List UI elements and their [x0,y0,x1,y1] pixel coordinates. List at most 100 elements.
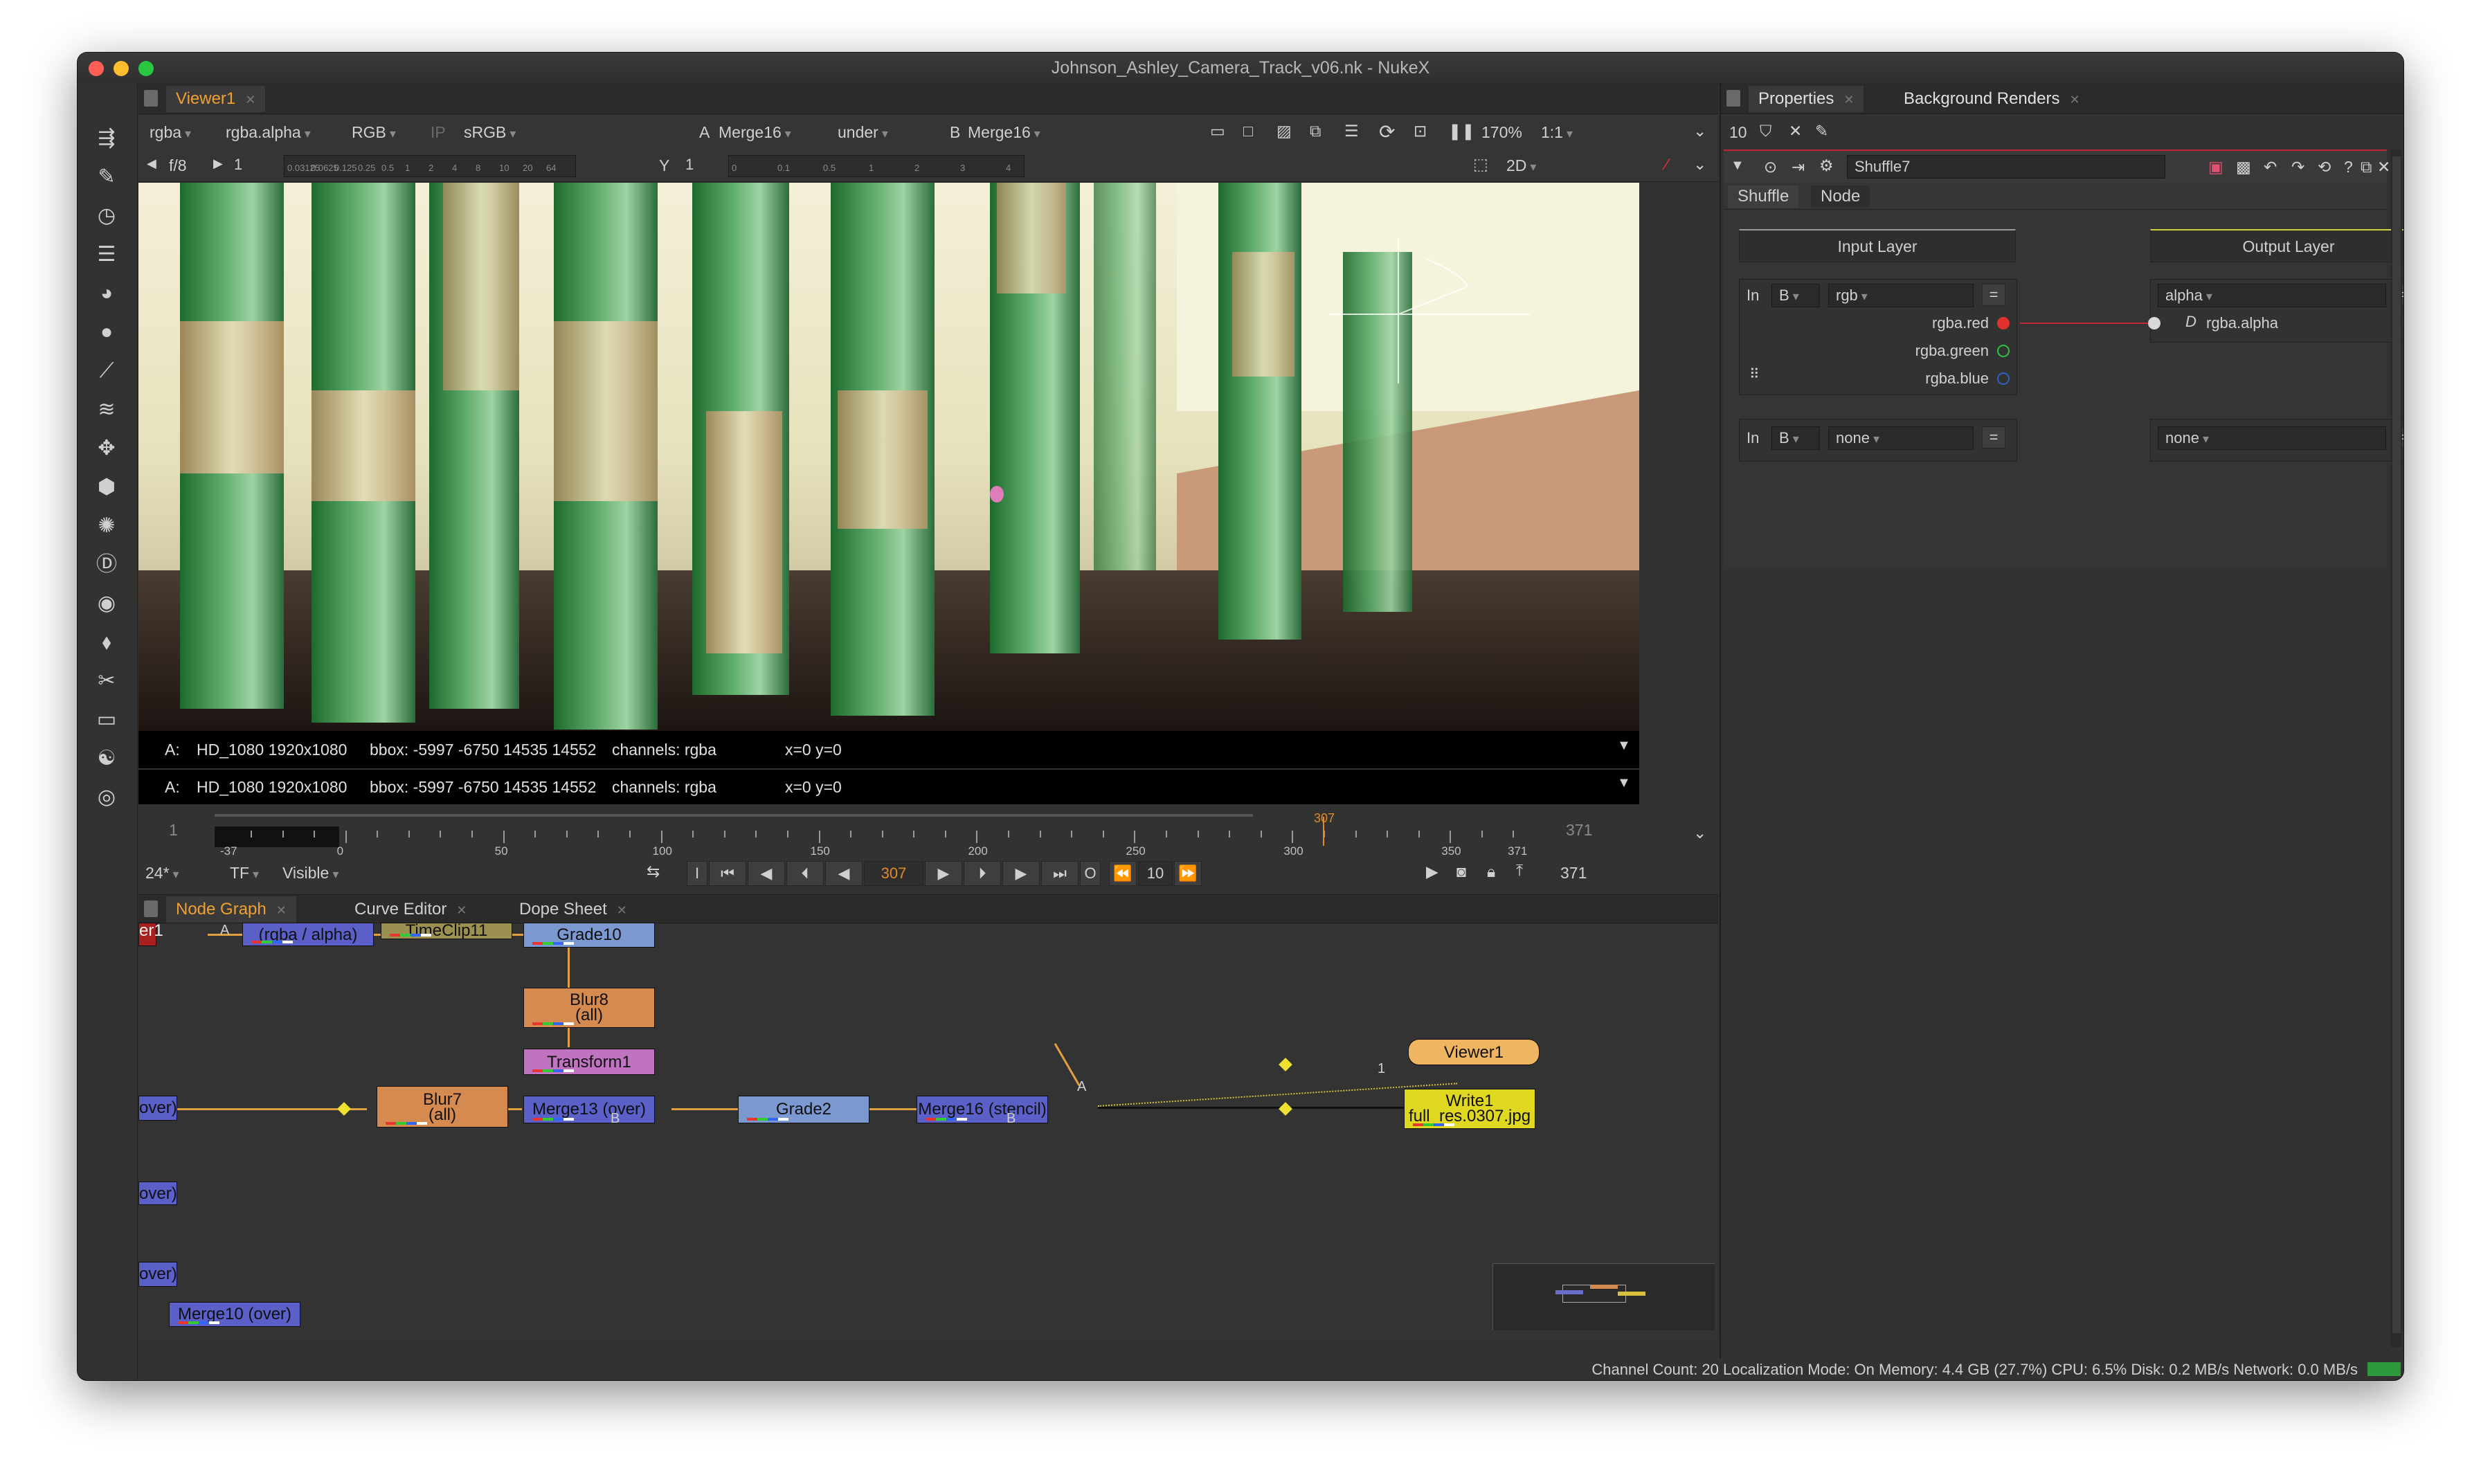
gamma-field[interactable]: 1 [678,154,720,177]
time-format-select[interactable]: TF [230,864,259,883]
clip-warning-icon[interactable]: ▨ [1276,122,1292,141]
node-blur7[interactable]: Blur7 (all) [377,1086,508,1128]
downscale-icon[interactable]: ☰ [1344,122,1359,141]
roi-icon[interactable]: ▭ [1210,122,1225,141]
close-icon[interactable]: ✕ [617,903,627,917]
tab-background-renders[interactable]: Background Renders ✕ [1894,86,2090,112]
next-keyframe-button[interactable]: ▶ [1002,861,1040,886]
red-channel-knob[interactable] [1997,317,2010,329]
channel-icon[interactable]: ☰ [93,241,120,269]
close-icon[interactable]: ✕ [1843,93,1854,107]
help-icon[interactable]: ? [2344,158,2353,177]
gear-icon[interactable]: ⚙ [1819,156,1834,175]
step-field[interactable]: 10 [1138,861,1173,886]
a-input-select[interactable]: Merge16 [719,123,805,142]
in2-layer-select[interactable]: none [1828,426,1974,450]
close-icon[interactable]: ✕ [456,903,467,917]
node-write1[interactable]: Write1 full_res.0307.jpg [1404,1089,1535,1129]
prev-keyframe-button[interactable]: ◀ [748,861,785,886]
transform-icon[interactable]: ✥ [93,435,120,462]
lut-select[interactable]: sRGB [464,123,557,142]
info-menu-icon[interactable]: ▼ [1617,738,1631,754]
roi-select-icon[interactable]: ⬚ [1473,155,1488,174]
node-merge13[interactable]: Merge13 (over) [523,1096,655,1123]
frame-ruler[interactable]: -37 0 50 100 150 200 250 300 350 371 307 [215,811,1527,858]
viewer-image[interactable] [138,183,1639,731]
display-channel-select[interactable]: RGB [352,123,396,142]
ip-toggle[interactable]: IP [431,123,446,142]
tab-viewer1[interactable]: Viewer1 ✕ [166,86,266,112]
tab-curve-editor[interactable]: Curve Editor ✕ [345,896,476,923]
dot-node[interactable] [1279,1058,1292,1071]
fstop-decrease-icon[interactable]: ◀ [147,156,156,171]
node-shuffle[interactable]: (rgba / alpha) [242,923,374,946]
time-icon[interactable]: ◷ [93,202,120,230]
drag-handle-icon[interactable]: ⠿ [1749,365,1760,383]
close-icon[interactable]: ✕ [2069,93,2079,107]
current-frame-field[interactable]: 307 [864,861,923,886]
toolbar-image-icon[interactable]: ⇶ [93,125,120,152]
in-source-select[interactable]: B [1771,284,1820,307]
node-merge-over-2[interactable]: over) [138,1182,177,1205]
merge-icon[interactable]: ≋ [93,396,120,424]
wipe-icon[interactable]: □ [1243,122,1253,141]
filter-icon[interactable]: ● [93,318,120,346]
view-mode-select[interactable]: 2D [1506,156,1578,175]
tab-node[interactable]: Node [1811,186,1870,208]
node-graph-minimap[interactable] [1492,1263,1715,1330]
in-layer-select[interactable]: rgb [1828,284,1974,307]
chevron-down-icon[interactable]: ⌄ [1693,155,1706,174]
pause-icon[interactable]: ❚❚ [1448,122,1475,141]
gpu-icon[interactable]: ⊡ [1414,122,1427,141]
other-icon[interactable]: ▭ [93,706,120,734]
dot-node[interactable] [337,1102,351,1116]
close-icon[interactable]: ✕ [245,93,255,107]
metadata-icon[interactable]: ⬧ [93,628,120,656]
node-graph-canvas[interactable]: er1 (rgba / alpha) TimeClip11 Grade10 Bl… [138,923,1718,1338]
next-frame-button[interactable]: ⏵ [964,861,1001,886]
prev-frame-button[interactable]: ⏴ [786,861,824,886]
equals-button[interactable]: = [1982,426,2005,449]
node-name-field[interactable]: Shuffle7 [1847,155,2165,179]
undo-icon[interactable]: ↶ [2264,158,2277,177]
fstop-increase-icon[interactable]: ▶ [213,156,223,171]
redo-icon[interactable]: ↷ [2291,158,2304,177]
gamma-slider[interactable]: 0 0.1 0.5 1 2 3 4 [728,155,1025,177]
export-icon[interactable]: ⤒ [1516,861,1523,880]
furnace-icon[interactable]: ☯ [93,745,120,772]
particles-icon[interactable]: ✺ [93,512,120,540]
font-color-icon[interactable]: ▩ [2236,158,2251,177]
collapse-icon[interactable]: ▼ [1731,158,1744,174]
keyer-icon[interactable]: ⟋ [93,357,120,385]
node-transform1[interactable]: Transform1 [523,1049,655,1075]
float-icon[interactable]: ⧉ [2361,158,2372,177]
close-icon[interactable]: ✕ [276,903,287,917]
out-frame[interactable]: 371 [1566,821,1592,840]
node-merge16[interactable]: Merge16 (stencil) [917,1096,1048,1123]
zoom-level[interactable]: 170% [1481,123,1522,142]
green-channel-knob[interactable] [1997,345,2010,357]
out-layer-select[interactable]: alpha [2158,284,2386,307]
composite-mode-select[interactable]: under [838,123,930,142]
tab-shuffle[interactable]: Shuffle [1728,186,1799,208]
blue-channel-knob[interactable] [1997,372,2010,385]
node-merge10[interactable]: Merge10 (over) [169,1302,300,1327]
node-timeclip11[interactable]: TimeClip11 [381,923,512,939]
lock-icon[interactable]: 🔒︎ [1487,862,1495,881]
skip-back-button[interactable]: ⏪ [1109,861,1137,886]
node-grade10[interactable]: Grade10 [523,923,655,948]
color-icon[interactable]: ◕ [93,280,120,307]
capture-icon[interactable]: ◙ [1456,862,1466,881]
paint-red-icon[interactable]: ⁄ [1666,155,1668,174]
pane-menu-icon[interactable] [144,90,158,107]
play-forward-button[interactable]: ▶ [925,861,962,886]
tab-dope-sheet[interactable]: Dope Sheet ✕ [509,896,637,923]
channels-select[interactable]: rgba [150,123,191,142]
end-frame-field[interactable]: 371 [1560,864,1587,883]
set-out-button[interactable]: O [1080,861,1101,886]
center-node-icon[interactable]: ⊙ [1764,158,1777,177]
range-select[interactable]: Visible [282,864,345,883]
pixel-ratio-select[interactable]: 1:1 [1541,123,1594,142]
input-icon[interactable]: ⇥ [1792,158,1805,177]
first-frame-button[interactable]: ⏮ [709,861,746,886]
